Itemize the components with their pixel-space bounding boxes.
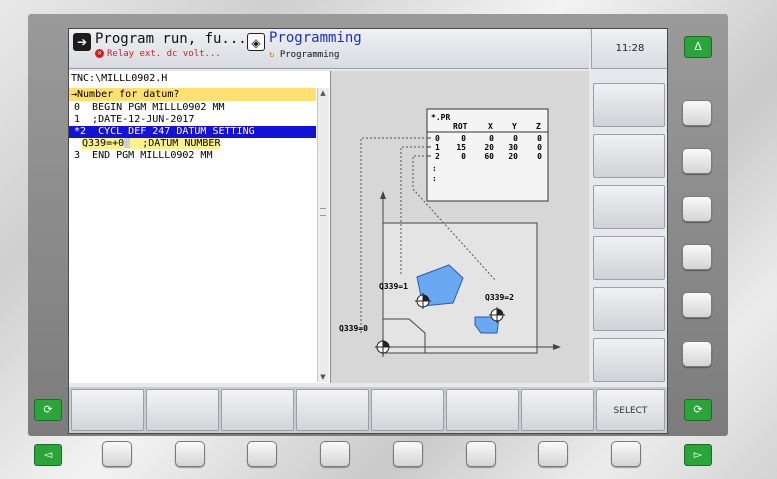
hardkey-bottom-6[interactable] bbox=[466, 441, 496, 467]
softkey-right-5[interactable] bbox=[593, 287, 665, 331]
hardkey-bottom-5[interactable] bbox=[393, 441, 423, 467]
program-line[interactable]: 3 END PGM MILLL0902 MM bbox=[69, 150, 316, 162]
hardkey-right-2[interactable] bbox=[682, 148, 712, 174]
clock: 11:28 bbox=[591, 29, 667, 69]
softkey-bottom-4[interactable] bbox=[296, 389, 369, 431]
hardkey-bottom-2[interactable] bbox=[175, 441, 205, 467]
tnc-screen: ➔ Program run, fu... × Relay ext. dc volt… bbox=[68, 28, 668, 434]
table-header-x: X bbox=[488, 122, 493, 131]
softkey-bottom-6[interactable] bbox=[446, 389, 519, 431]
hardkey-right-4[interactable] bbox=[682, 244, 712, 270]
softkey-bottom-7[interactable] bbox=[521, 389, 594, 431]
hardkey-bottom-3[interactable] bbox=[247, 441, 277, 467]
hardkey-bottom-7[interactable] bbox=[538, 441, 568, 467]
softkey-bottom-1[interactable] bbox=[71, 389, 144, 431]
table-cell: 0 bbox=[461, 134, 466, 143]
table-cell: 30 bbox=[508, 143, 518, 152]
table-header-y: Y bbox=[512, 122, 517, 131]
secondary-mode-sub: ↻ Programming bbox=[269, 50, 340, 60]
table-cell: 1 bbox=[435, 143, 440, 152]
parameter-comment: ;DATUM NUMBER bbox=[130, 138, 221, 149]
table-cell: 60 bbox=[484, 152, 494, 161]
softkey-right-2[interactable] bbox=[593, 134, 665, 178]
programming-small-icon: ↻ bbox=[269, 50, 275, 60]
scroll-down-icon[interactable]: ▼ bbox=[319, 373, 327, 381]
mode-header: ➔ Program run, fu... × Relay ext. dc volt… bbox=[69, 29, 589, 69]
table-cell: 0 bbox=[537, 152, 542, 161]
primary-mode-error[interactable]: × Relay ext. dc volt... bbox=[95, 49, 221, 59]
table-cell: 0 bbox=[435, 134, 440, 143]
table-cell: 20 bbox=[508, 152, 518, 161]
softkey-right-3[interactable] bbox=[593, 185, 665, 229]
table-cell: 0 bbox=[513, 134, 518, 143]
vertical-scrollbar[interactable]: ▲ ▼ bbox=[317, 88, 329, 382]
table-cell: 15 bbox=[456, 143, 466, 152]
softkey-scroll-right-key[interactable]: ▻ bbox=[684, 444, 712, 466]
hardkey-bottom-4[interactable] bbox=[320, 441, 350, 467]
program-line-parameter[interactable]: Q339=+0 ;DATUM NUMBER bbox=[69, 138, 316, 150]
preset-table-name: *.PR bbox=[431, 113, 450, 122]
hardkey-bottom-1[interactable] bbox=[102, 441, 132, 467]
horizontal-softkey-bar: SELECT bbox=[69, 387, 667, 433]
program-run-icon[interactable]: ➔ bbox=[73, 33, 91, 51]
scroll-up-icon[interactable]: ▲ bbox=[319, 89, 327, 97]
table-cell: 0 bbox=[489, 134, 494, 143]
program-line[interactable]: 0 BEGIN PGM MILLL0902 MM bbox=[69, 102, 316, 114]
table-cell: 0 bbox=[537, 134, 542, 143]
screen-switch-right-icon[interactable]: ⟳ bbox=[684, 399, 712, 421]
secondary-mode-title[interactable]: Programming bbox=[269, 30, 362, 46]
softkey-bottom-5[interactable] bbox=[371, 389, 444, 431]
error-icon: × bbox=[95, 49, 104, 58]
table-header-z: Z bbox=[536, 122, 541, 131]
dialog-prompt: →Number for datum? bbox=[69, 88, 316, 101]
screen-switch-left-icon[interactable]: ⟳ bbox=[34, 399, 62, 421]
table-cell: 0 bbox=[537, 143, 542, 152]
program-path: TNC:\MILLL0902.H bbox=[71, 73, 168, 84]
select-softkey[interactable]: SELECT bbox=[596, 389, 665, 431]
program-line[interactable]: 1 ;DATE-12-JUN-2017 bbox=[69, 114, 316, 126]
table-cell: 2 bbox=[435, 152, 440, 161]
program-editor[interactable]: TNC:\MILLL0902.H →Number for datum? 0 BE… bbox=[69, 71, 331, 383]
softkey-bottom-2[interactable] bbox=[146, 389, 219, 431]
table-more: : bbox=[432, 174, 437, 183]
help-graphic: *.PR ROT X Y Z 0 0 0 0 0 1 15 20 30 0 2 … bbox=[331, 71, 589, 383]
hardkey-right-6[interactable] bbox=[682, 341, 712, 367]
hardkey-bottom-8[interactable] bbox=[611, 441, 641, 467]
label-datum-2: Q339=2 bbox=[485, 293, 514, 302]
table-cell: 0 bbox=[461, 152, 466, 161]
label-datum-0: Q339=0 bbox=[339, 324, 368, 333]
hardkey-right-3[interactable] bbox=[682, 196, 712, 222]
softkey-bottom-3[interactable] bbox=[221, 389, 294, 431]
softkey-level-up-key[interactable]: Δ bbox=[684, 36, 712, 58]
table-header-rot: ROT bbox=[453, 122, 468, 131]
softkey-right-6[interactable] bbox=[593, 338, 665, 382]
program-line-selected[interactable]: *2 CYCL DEF 247 DATUM SETTING bbox=[69, 126, 316, 138]
table-more: : bbox=[432, 164, 437, 173]
parameter-value[interactable]: Q339=+0 bbox=[82, 138, 125, 149]
datum-setting-diagram: *.PR ROT X Y Z 0 0 0 0 0 1 15 20 30 0 2 … bbox=[339, 108, 561, 357]
softkey-right-4[interactable] bbox=[593, 236, 665, 280]
table-cell: 20 bbox=[484, 143, 494, 152]
label-datum-1: Q339=1 bbox=[379, 282, 408, 291]
primary-mode-title[interactable]: Program run, fu... bbox=[95, 31, 247, 47]
softkey-right-1[interactable] bbox=[593, 83, 665, 127]
scroll-thumb-grip[interactable] bbox=[320, 208, 326, 216]
softkey-scroll-left-key[interactable]: ◅ bbox=[34, 444, 62, 466]
hardkey-right-5[interactable] bbox=[682, 292, 712, 318]
programming-icon[interactable]: ◈ bbox=[247, 33, 265, 51]
hardkey-right-1[interactable] bbox=[682, 100, 712, 126]
